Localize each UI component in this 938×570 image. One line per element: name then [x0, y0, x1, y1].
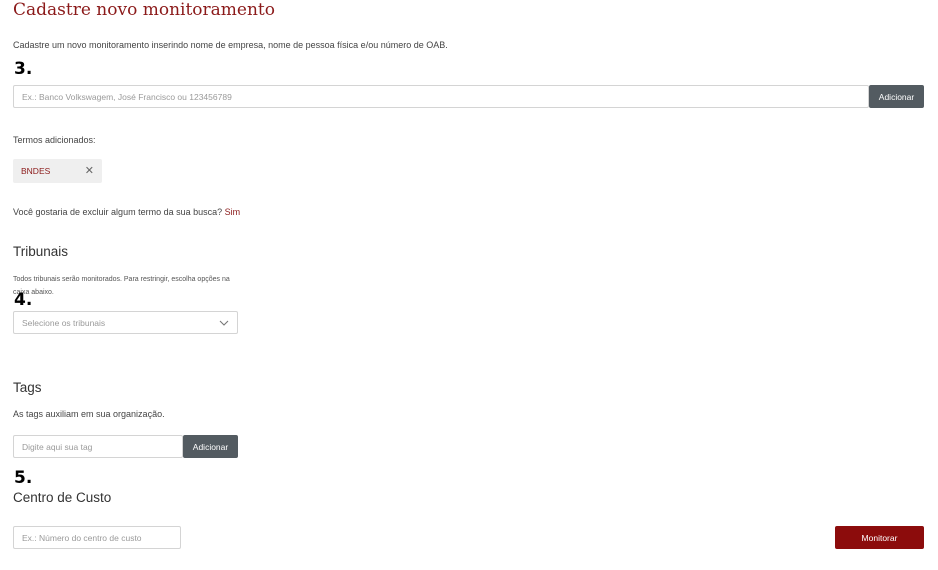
tribunais-select-placeholder: Selecione os tribunais	[22, 317, 106, 328]
cost-center-input-placeholder: Ex.: Número do centro de custo	[22, 532, 142, 543]
tag-input[interactable]: Digite aqui sua tag	[13, 435, 183, 458]
close-icon[interactable]: ✕	[85, 165, 94, 177]
tags-description: As tags auxiliam em sua organização.	[13, 409, 165, 419]
tribunais-select[interactable]: Selecione os tribunais	[13, 311, 238, 334]
term-chip-label: BNDES	[21, 166, 51, 176]
term-chip: BNDES ✕	[13, 159, 102, 183]
exclude-term-prompt: Você gostaria de excluir algum termo da …	[13, 207, 240, 217]
tags-heading: Tags	[13, 380, 42, 395]
add-term-button[interactable]: Adicionar	[869, 85, 924, 108]
added-terms-heading: Termos adicionados:	[13, 135, 96, 145]
page-description: Cadastre um novo monitoramento inserindo…	[13, 40, 448, 50]
cost-center-input[interactable]: Ex.: Número do centro de custo	[13, 526, 181, 549]
exclude-term-link[interactable]: Sim	[225, 207, 241, 217]
step-marker-5: 5.	[14, 468, 33, 488]
terms-input-placeholder: Ex.: Banco Volkswagem, José Francisco ou…	[22, 91, 232, 102]
cost-center-heading: Centro de Custo	[13, 490, 112, 505]
step-marker-3: 3.	[14, 59, 33, 79]
step-marker-4: 4.	[14, 290, 33, 310]
page-title: Cadastre novo monitoramento	[13, 0, 275, 20]
tribunais-heading: Tribunais	[13, 244, 69, 259]
chevron-down-icon	[219, 318, 229, 328]
tag-input-placeholder: Digite aqui sua tag	[22, 441, 93, 452]
monitor-button[interactable]: Monitorar	[835, 526, 924, 549]
exclude-term-question: Você gostaria de excluir algum termo da …	[13, 207, 223, 217]
add-tag-button[interactable]: Adicionar	[183, 435, 238, 458]
tribunais-hint: Todos tribunais serão monitorados. Para …	[13, 276, 230, 296]
terms-input[interactable]: Ex.: Banco Volkswagem, José Francisco ou…	[13, 85, 869, 108]
